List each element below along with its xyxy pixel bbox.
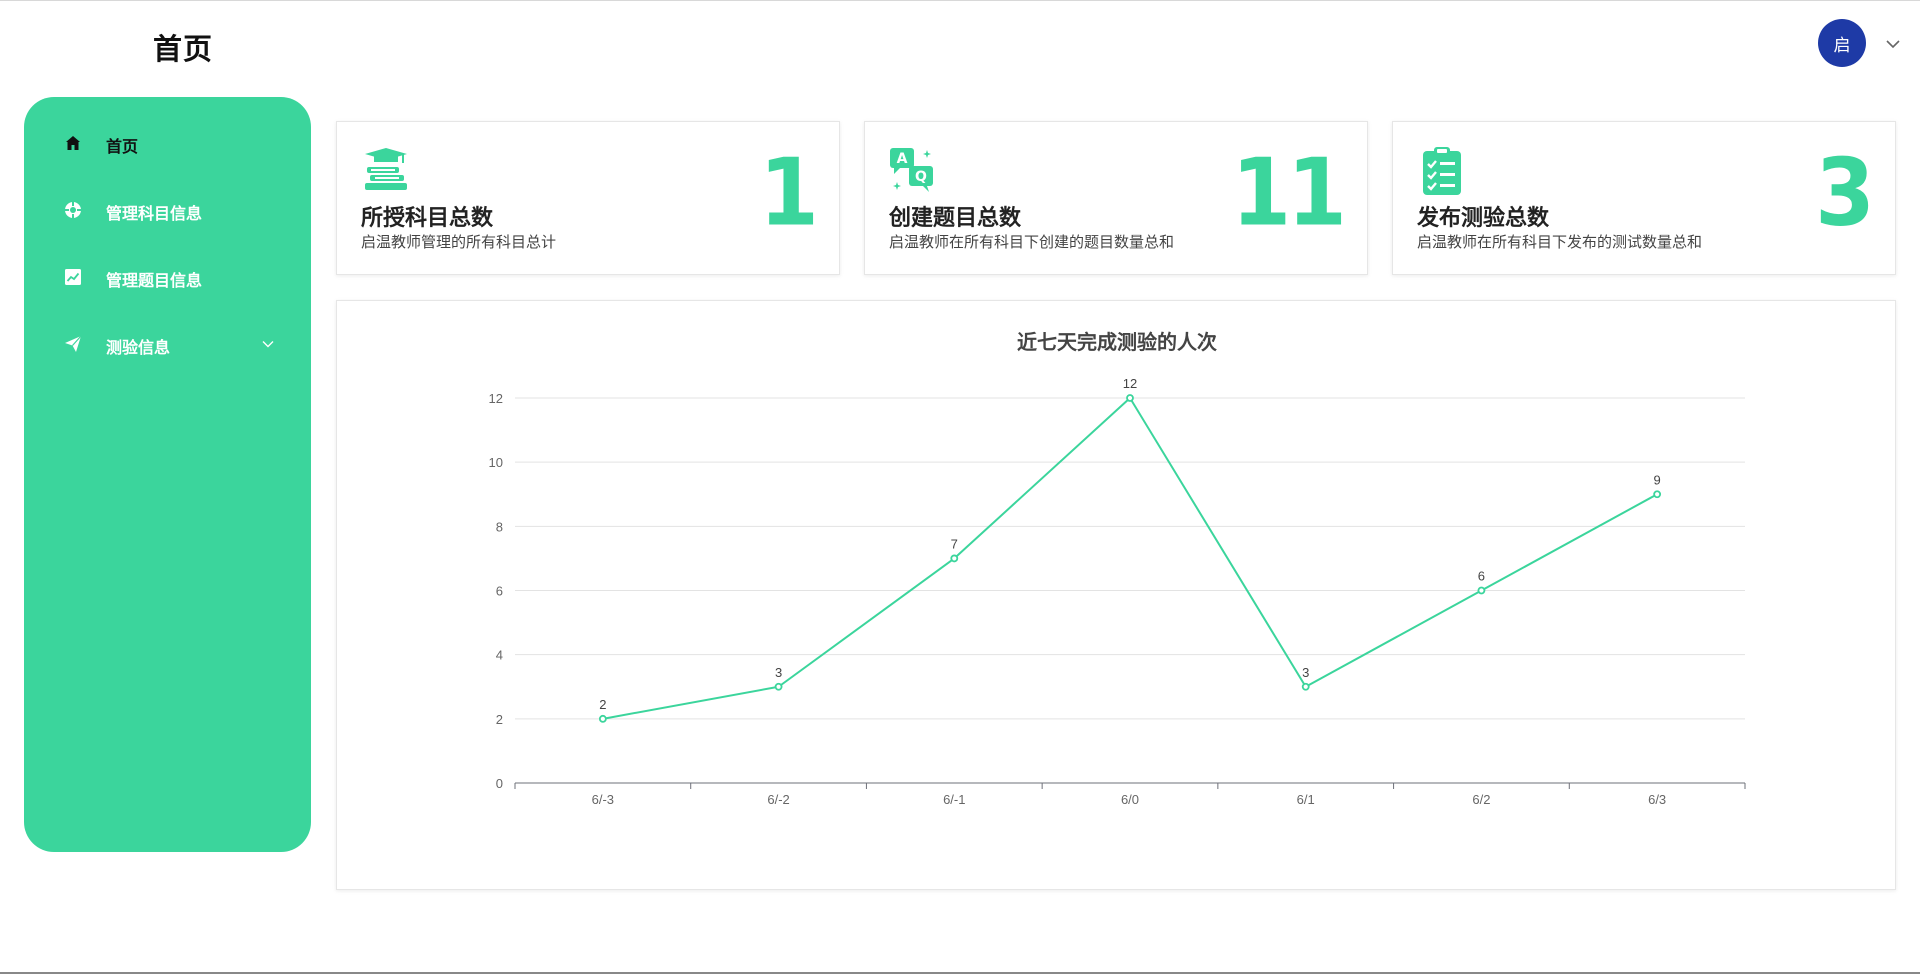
stat-card-questions: A Q 创建题目总数 启温教师在所有科目下创建的题目数量总和 11 [864, 121, 1368, 275]
card-value: 3 [1815, 139, 1875, 247]
y-tick-label: 12 [489, 391, 503, 406]
card-description: 启温教师管理的所有科目总计 [361, 233, 557, 251]
data-point [774, 682, 783, 691]
avatar[interactable]: 启 [1818, 19, 1866, 67]
data-label: 12 [1123, 376, 1137, 391]
x-tick-label: 6/3 [1648, 792, 1666, 807]
sidebar-item-label: 测验信息 [106, 338, 171, 357]
page-title: 首页 [153, 32, 214, 66]
data-label: 7 [951, 536, 958, 551]
series-line [602, 397, 1658, 720]
data-point [1477, 586, 1486, 595]
chevron-down-icon[interactable] [1885, 38, 1901, 50]
card-title: 发布测验总数 [1417, 206, 1550, 231]
card-value: 11 [1231, 139, 1347, 247]
x-tick-label: 6/1 [1297, 792, 1315, 807]
y-tick-label: 0 [496, 776, 503, 791]
sidebar: 首页 管理科目信息 管理题目信息 测验信息 [24, 97, 311, 852]
x-tick-label: 6/0 [1121, 792, 1139, 807]
sidebar-item-home[interactable]: 首页 [24, 123, 311, 163]
sidebar-item-label: 管理题目信息 [106, 271, 203, 290]
y-tick-label: 10 [489, 455, 503, 470]
top-border [0, 0, 1920, 1]
sidebar-item-quiz-info[interactable]: 测验信息 [24, 324, 311, 364]
chart-icon [65, 269, 81, 285]
card-title: 创建题目总数 [889, 206, 1022, 231]
y-tick-label: 2 [496, 712, 503, 727]
card-description: 启温教师在所有科目下创建的题目数量总和 [889, 233, 1175, 251]
svg-text:Q: Q [915, 169, 927, 185]
card-title: 所授科目总数 [361, 206, 494, 231]
data-label: 2 [599, 697, 606, 712]
data-label: 6 [1478, 569, 1485, 584]
card-description: 启温教师在所有科目下发布的测试数量总和 [1417, 233, 1703, 251]
data-label: 3 [1302, 665, 1309, 680]
sidebar-item-label: 首页 [106, 137, 139, 156]
data-point [1653, 490, 1662, 499]
sidebar-item-manage-questions[interactable]: 管理题目信息 [24, 257, 311, 297]
sidebar-item-label: 管理科目信息 [106, 204, 203, 223]
data-point [950, 554, 959, 563]
data-label: 9 [1654, 472, 1661, 487]
x-tick-label: 6/-2 [767, 792, 789, 807]
x-tick-label: 6/-1 [943, 792, 965, 807]
svg-text:A: A [897, 151, 908, 167]
stat-card-subjects: 所授科目总数 启温教师管理的所有科目总计 1 [336, 121, 840, 275]
graduation-books-icon [365, 148, 407, 190]
data-point [1126, 394, 1134, 402]
y-tick-label: 8 [496, 519, 503, 534]
y-tick-label: 4 [496, 648, 503, 663]
data-label: 3 [775, 665, 782, 680]
data-point [598, 714, 607, 723]
qa-bubbles-icon: A Q [890, 148, 933, 192]
line-chart: 0 2 4 6 8 10 12 6/-3 6/-2 6/-1 6/0 6/1 6/2 6/3 2 3 7 12 3 6… [489, 376, 1746, 807]
x-tick-label: 6/-3 [592, 792, 614, 807]
sidebar-item-manage-subjects[interactable]: 管理科目信息 [24, 190, 311, 230]
send-icon [65, 335, 82, 352]
stat-card-quizzes: 发布测验总数 启温教师在所有科目下发布的测试数量总和 3 [1392, 121, 1896, 275]
clipboard-checklist-icon [1423, 147, 1461, 195]
home-icon [66, 136, 80, 150]
compass-icon [65, 202, 81, 218]
chevron-down-icon[interactable] [262, 340, 274, 348]
card-value: 1 [759, 139, 819, 247]
data-point [1301, 682, 1310, 691]
x-tick-label: 6/2 [1472, 792, 1490, 807]
y-tick-label: 6 [496, 584, 503, 599]
chart-panel: 近七天完成测验的人次 0 2 4 6 8 10 12 6/-3 6/-2 6/-1 6/0 6/1 6/… [336, 300, 1896, 890]
